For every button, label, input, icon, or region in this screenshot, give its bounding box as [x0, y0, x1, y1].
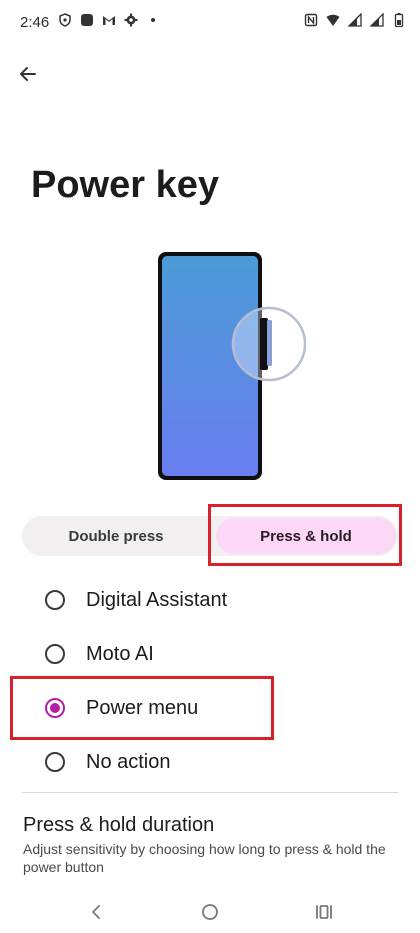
- signal-icon: [370, 13, 384, 27]
- highlight-box-option: [10, 676, 274, 740]
- option-label: Digital Assistant: [86, 588, 228, 611]
- phone-illustration: [158, 252, 306, 480]
- app-square-icon: [81, 14, 93, 26]
- shield-icon: [59, 13, 71, 27]
- nfc-icon: [304, 13, 318, 27]
- radio-button[interactable]: [45, 752, 65, 772]
- radio-button[interactable]: [45, 644, 65, 664]
- battery-icon: [394, 13, 404, 27]
- nav-recents-button[interactable]: [310, 898, 338, 926]
- back-button[interactable]: [12, 58, 44, 90]
- divider: [22, 792, 398, 793]
- option-label: No action: [86, 750, 171, 773]
- back-arrow-icon: [20, 67, 36, 81]
- status-left-icons: [58, 13, 160, 27]
- status-right-icons: [304, 13, 406, 27]
- wifi-icon: [326, 14, 340, 26]
- option-digital-assistant[interactable]: Digital Assistant: [0, 573, 420, 627]
- page-title: Power key: [31, 164, 219, 206]
- option-no-action[interactable]: No action: [0, 735, 420, 789]
- gear-icon: [124, 13, 138, 27]
- status-time: 2:46: [20, 14, 50, 31]
- signal-icon: [348, 13, 362, 27]
- option-moto-ai[interactable]: Moto AI: [0, 627, 420, 681]
- option-label: Moto AI: [86, 642, 154, 665]
- highlight-box-tab: [208, 504, 402, 566]
- navigation-bar: [0, 890, 420, 933]
- duration-title: Press & hold duration: [23, 814, 215, 836]
- nav-home-button[interactable]: [196, 898, 224, 926]
- gmail-icon: [103, 16, 115, 25]
- nav-recents-icon: [316, 905, 332, 919]
- nav-back-icon: [92, 905, 100, 919]
- tab-double-press[interactable]: Double press: [22, 516, 210, 556]
- dot-icon: [151, 18, 155, 22]
- radio-button[interactable]: [45, 590, 65, 610]
- nav-home-icon: [202, 904, 218, 920]
- duration-description: Adjust sensitivity by choosing how long …: [23, 841, 386, 875]
- status-bar: 2:46: [0, 0, 420, 44]
- nav-back-button[interactable]: [82, 898, 110, 926]
